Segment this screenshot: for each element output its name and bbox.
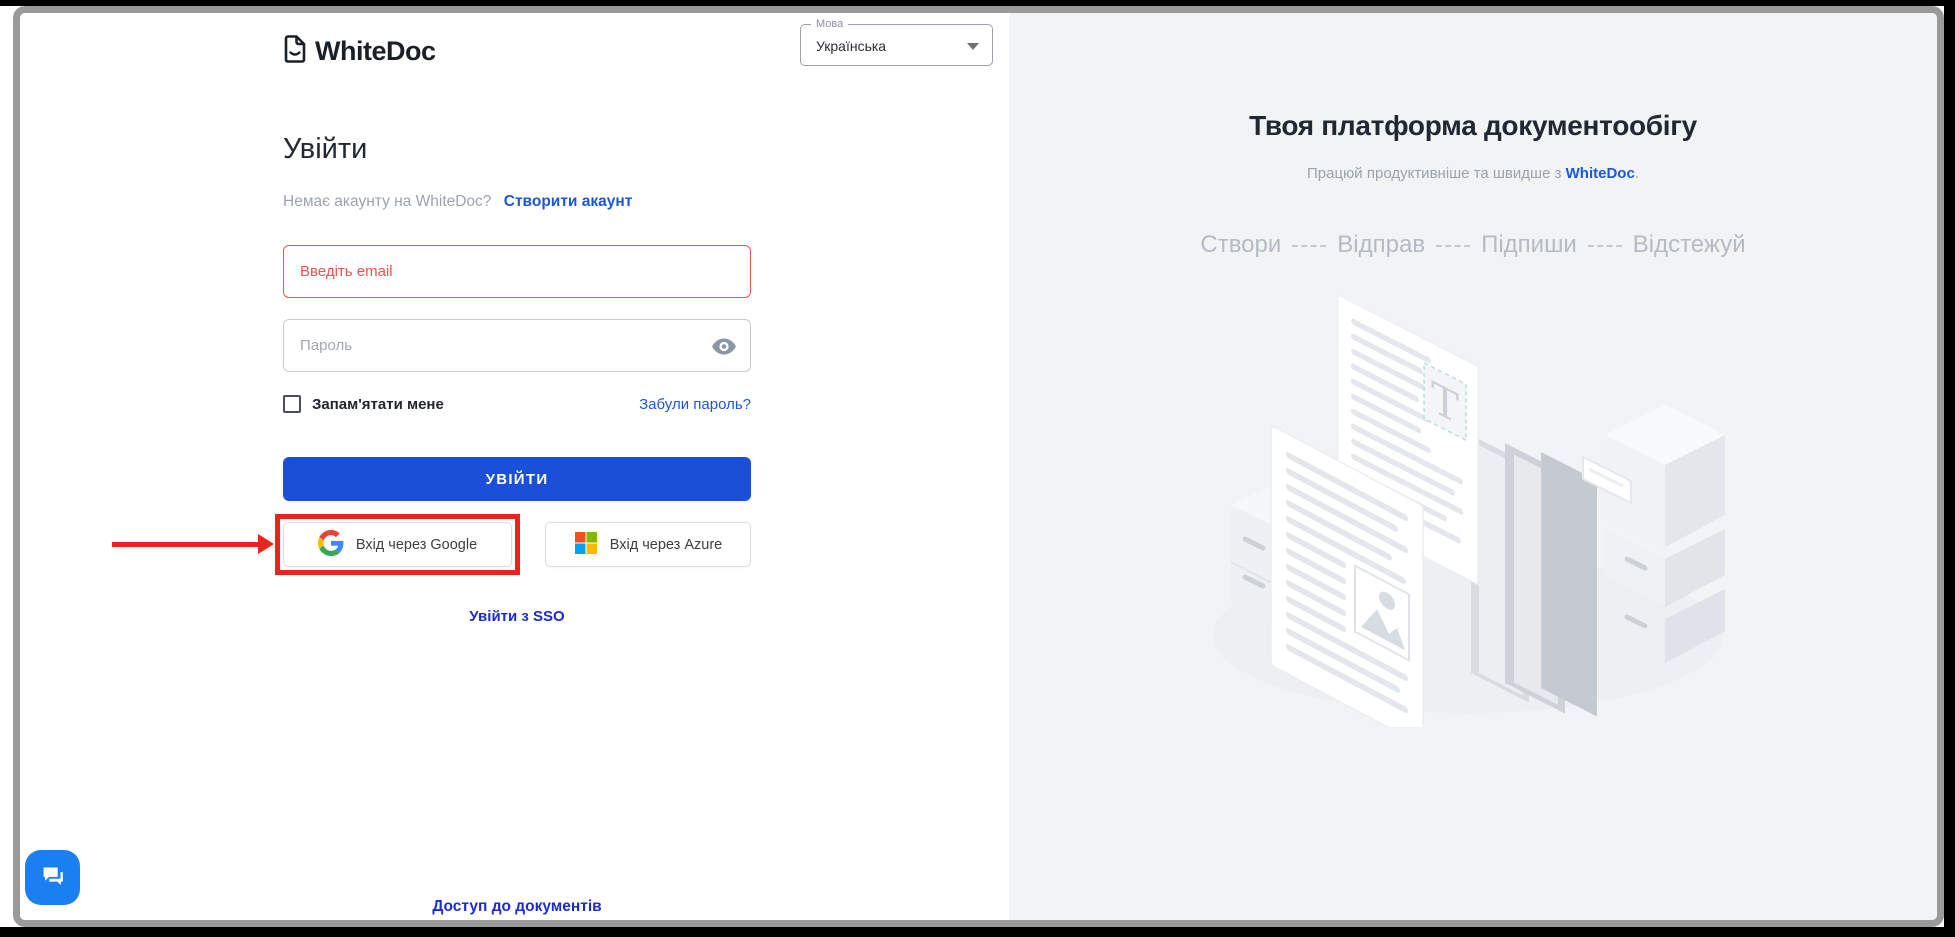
- remember-me-label: Запам'ятати мене: [312, 395, 444, 413]
- step-connector: [1436, 244, 1471, 247]
- annotation-arrow-head: [258, 534, 274, 554]
- remember-row: Запам'ятати мене Забули пароль?: [283, 395, 751, 413]
- chevron-down-icon: [967, 43, 979, 50]
- promo-brand-name: WhiteDoc: [1565, 165, 1635, 182]
- sign-in-button[interactable]: УВІЙТИ: [283, 457, 751, 501]
- image-edge-bottom: [0, 927, 1955, 937]
- google-signin-button[interactable]: Вхід через Google: [283, 522, 512, 567]
- forgot-password-link[interactable]: Забули пароль?: [639, 396, 751, 413]
- step-track: Відстежуй: [1632, 231, 1746, 258]
- remember-me-control[interactable]: Запам'ятати мене: [283, 395, 444, 413]
- google-g-icon: [317, 529, 344, 560]
- promo-subtitle-period: .: [1634, 165, 1639, 182]
- document-access-link[interactable]: Доступ до документів: [283, 898, 751, 916]
- browser-window-frame: WhiteDoc Мова Українська Увійти Немає ак…: [13, 6, 1944, 927]
- screenshot-stage: WhiteDoc Мова Українська Увійти Немає ак…: [0, 0, 1955, 937]
- eye-icon[interactable]: [712, 338, 736, 355]
- azure-signin-button[interactable]: Вхід через Azure: [545, 522, 751, 567]
- annotation-arrow: [112, 542, 260, 547]
- signup-row: Немає акаунту на WhiteDoc? Створити акау…: [283, 193, 632, 211]
- image-edge-right: [1944, 0, 1955, 937]
- documents-illustration: T: [1153, 277, 1793, 746]
- whitedoc-logo: WhiteDoc: [283, 35, 436, 68]
- language-select-label: Мова: [811, 18, 849, 30]
- no-account-text: Немає акаунту на WhiteDoc?: [283, 193, 492, 210]
- step-create: Створи: [1200, 231, 1282, 258]
- promo-title: Твоя платформа документообігу: [1249, 110, 1697, 141]
- microsoft-icon: [574, 531, 598, 559]
- remember-me-checkbox[interactable]: [283, 395, 301, 413]
- email-field-wrapper: [283, 245, 751, 298]
- promo-subtitle: Працюй продуктивніше та швидше з WhiteDo…: [1307, 165, 1639, 182]
- step-send: Відправ: [1337, 231, 1426, 258]
- chat-widget-button[interactable]: [25, 850, 80, 905]
- document-smile-icon: [283, 35, 308, 68]
- workflow-steps: Створи Відправ Підпиши Відстежуй: [1200, 231, 1745, 259]
- create-account-link[interactable]: Створити акаунт: [504, 193, 633, 210]
- page-title: Увійти: [283, 133, 368, 165]
- step-connector: [1292, 244, 1327, 247]
- step-sign: Підпиши: [1481, 231, 1577, 258]
- password-input[interactable]: [284, 320, 750, 371]
- step-connector: [1587, 244, 1622, 247]
- language-select[interactable]: Мова Українська: [800, 18, 993, 66]
- google-button-label: Вхід через Google: [355, 536, 478, 553]
- email-input[interactable]: [284, 246, 750, 297]
- login-panel: WhiteDoc Мова Українська Увійти Немає ак…: [20, 13, 1009, 920]
- password-field-wrapper: [283, 319, 751, 372]
- chat-bubbles-icon: [38, 860, 68, 895]
- promo-panel: Твоя платформа документообігу Працюй про…: [1009, 13, 1937, 920]
- sso-login-link[interactable]: Увійти з SSO: [283, 608, 751, 625]
- promo-subtitle-text: Працюй продуктивніше та швидше з: [1307, 165, 1566, 182]
- language-select-value: Українська: [816, 38, 887, 54]
- logo-text: WhiteDoc: [315, 36, 436, 66]
- azure-button-label: Вхід через Azure: [609, 536, 723, 553]
